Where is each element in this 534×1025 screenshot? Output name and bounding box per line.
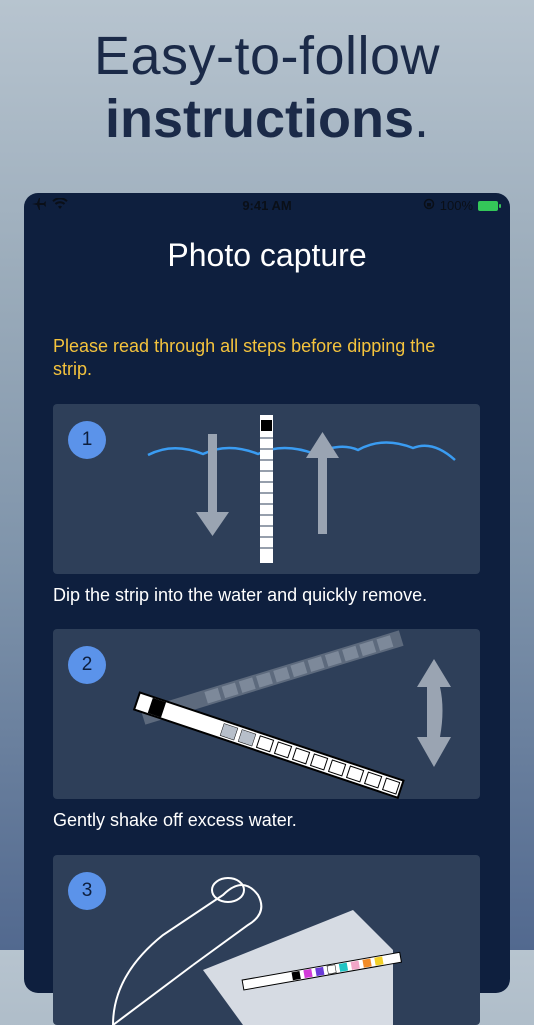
headline: Easy-to-follow instructions. <box>0 24 534 150</box>
step-1-card: 1 <box>53 404 480 574</box>
shake-arrow-icon <box>417 659 451 767</box>
step-2-caption: Gently shake off excess water. <box>53 810 297 830</box>
headline-line2-text: instructions <box>104 89 414 149</box>
status-right: 100% <box>423 198 501 213</box>
water-wave <box>147 441 456 461</box>
shake-strip-illustration <box>132 630 451 799</box>
test-strip <box>260 415 273 563</box>
blot-strip-illustration <box>112 877 403 1025</box>
strip <box>132 691 405 799</box>
dip-strip-illustration <box>147 415 456 563</box>
step-1-caption: Dip the strip into the water and quickly… <box>53 585 428 605</box>
headline-line1: Easy-to-follow <box>93 26 441 86</box>
step-2-card: 2 <box>53 629 480 799</box>
orientation-lock-icon <box>423 198 435 213</box>
headline-line2: instructions. <box>0 88 534 150</box>
headline-line2-suffix: . <box>414 89 430 149</box>
battery-icon <box>478 200 501 211</box>
status-bar: 9:41 AM 100% <box>24 193 510 219</box>
screen-title: Photo capture <box>167 237 367 273</box>
battery-percent: 100% <box>439 198 473 213</box>
phone-screen: 9:41 AM 100% Photo capture Please read t… <box>24 193 510 1025</box>
step-3-card: 3 <box>53 855 480 1025</box>
notice-text: Please read through all steps before dip… <box>53 336 436 379</box>
